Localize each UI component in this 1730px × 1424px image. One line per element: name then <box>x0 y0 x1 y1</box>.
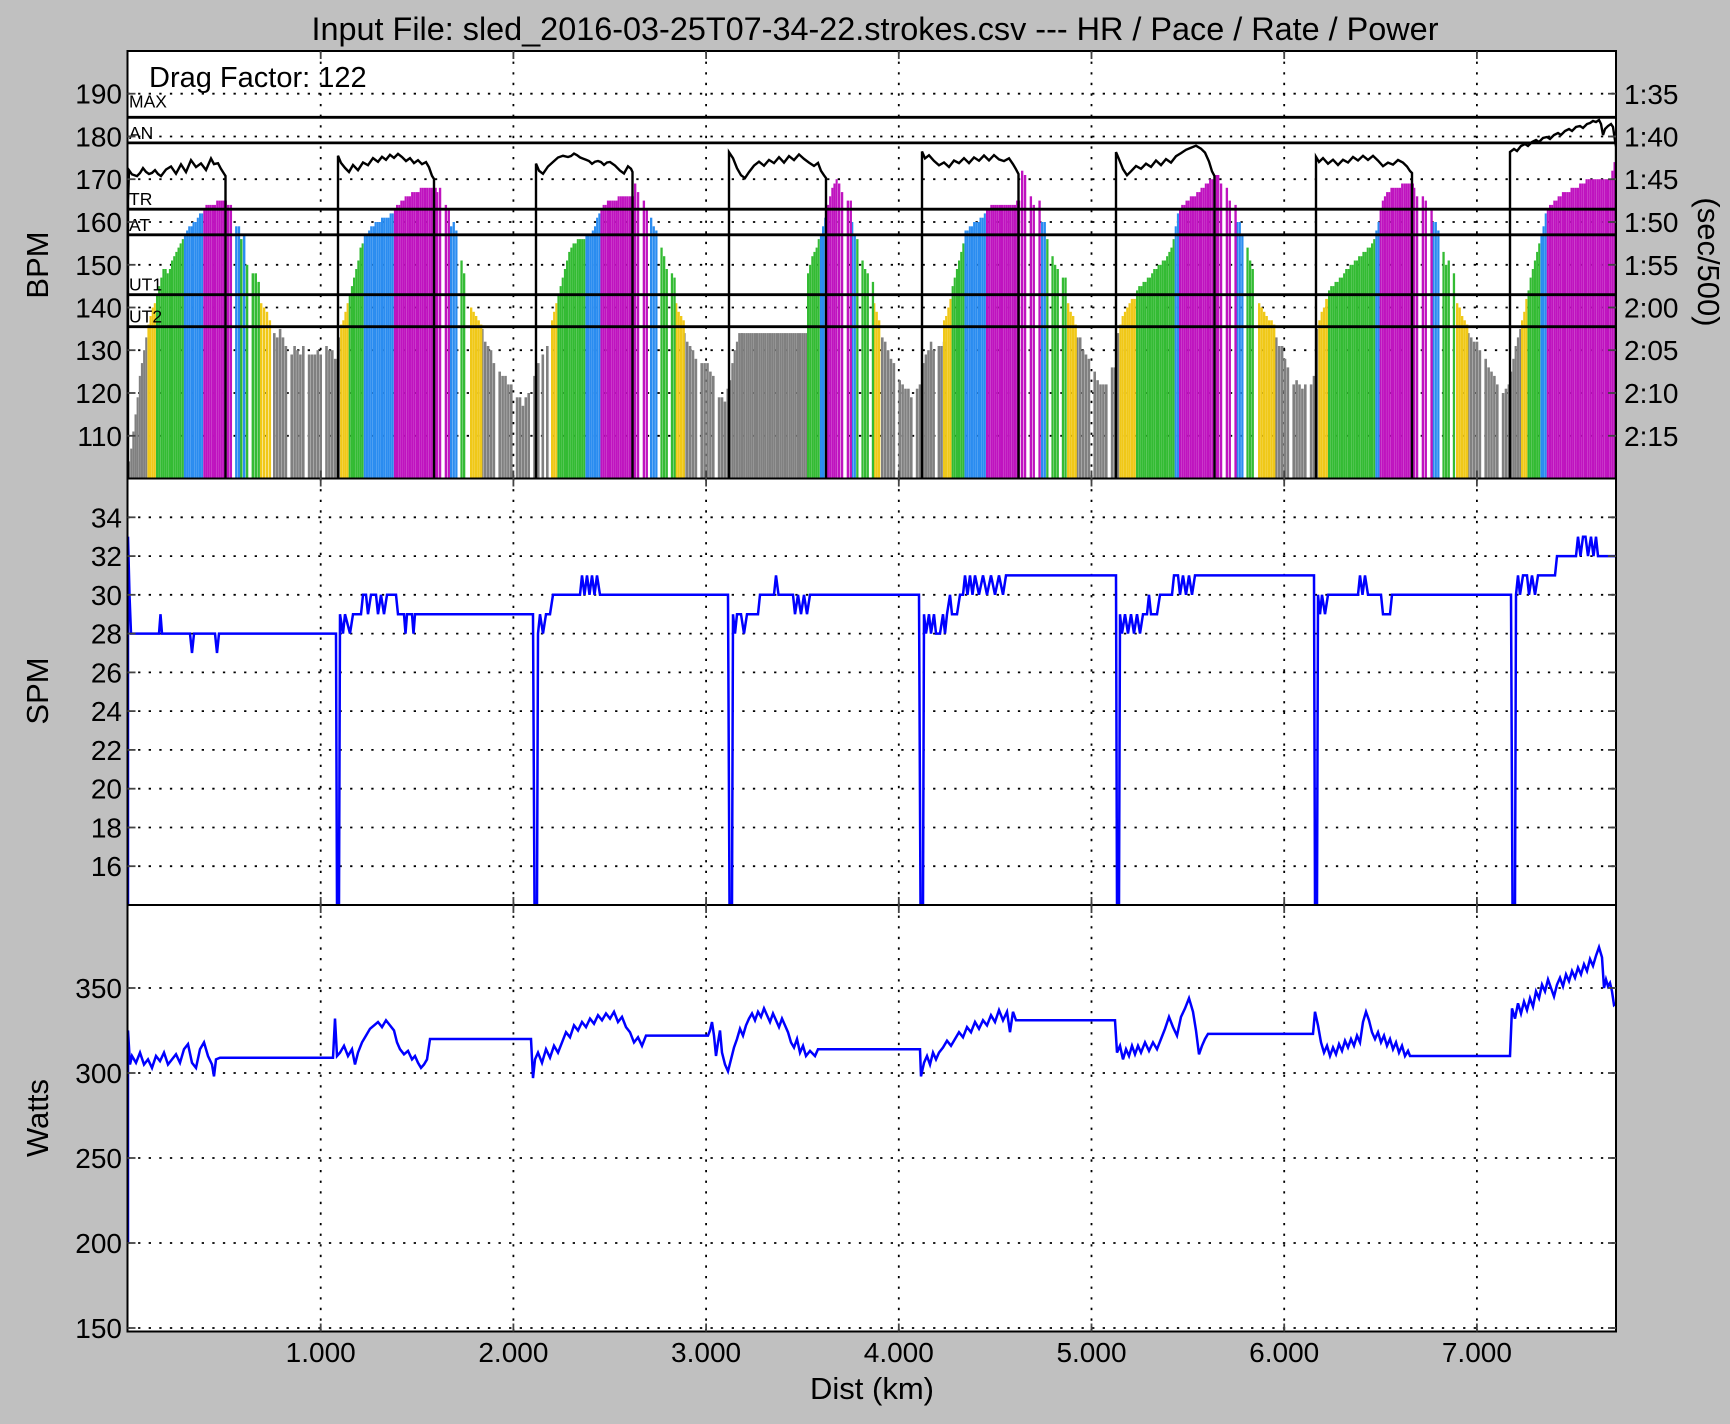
svg-text:110: 110 <box>77 421 122 452</box>
svg-text:150: 150 <box>75 250 122 281</box>
svg-text:2:15: 2:15 <box>1624 421 1679 452</box>
svg-text:2:10: 2:10 <box>1624 378 1679 409</box>
svg-text:26: 26 <box>91 657 122 688</box>
svg-text:1:35: 1:35 <box>1624 79 1679 110</box>
svg-text:Drag Factor: 122: Drag Factor: 122 <box>149 62 367 94</box>
svg-text:2.000: 2.000 <box>478 1337 548 1368</box>
svg-text:1:45: 1:45 <box>1624 164 1679 195</box>
svg-text:UT2: UT2 <box>129 307 162 327</box>
svg-text:32: 32 <box>91 541 122 572</box>
svg-text:120: 120 <box>75 378 122 409</box>
svg-text:190: 190 <box>75 79 122 110</box>
svg-text:2:05: 2:05 <box>1624 335 1679 366</box>
svg-text:130: 130 <box>75 335 122 366</box>
svg-text:1.000: 1.000 <box>286 1337 356 1368</box>
svg-text:160: 160 <box>75 207 122 238</box>
svg-text:UT1: UT1 <box>129 275 162 295</box>
svg-text:TR: TR <box>129 189 152 209</box>
svg-text:Watts: Watts <box>20 1079 55 1157</box>
svg-text:1:40: 1:40 <box>1624 122 1679 153</box>
svg-text:6.000: 6.000 <box>1249 1337 1319 1368</box>
svg-text:7.000: 7.000 <box>1442 1337 1512 1368</box>
svg-text:AN: AN <box>129 123 153 143</box>
svg-text:(sec/500): (sec/500) <box>1691 197 1726 326</box>
svg-text:180: 180 <box>75 122 122 153</box>
svg-text:Dist (km): Dist (km) <box>810 1371 934 1406</box>
svg-text:20: 20 <box>91 774 122 805</box>
svg-text:24: 24 <box>91 696 122 727</box>
svg-text:1:55: 1:55 <box>1624 250 1679 281</box>
svg-text:170: 170 <box>75 164 122 195</box>
svg-text:22: 22 <box>91 735 122 766</box>
svg-text:Input File: sled_2016-03-25T0: Input File: sled_2016-03-25T07-34-22.str… <box>312 11 1439 47</box>
svg-text:SPM: SPM <box>20 657 55 724</box>
svg-text:AT: AT <box>129 215 150 235</box>
svg-text:5.000: 5.000 <box>1056 1337 1126 1368</box>
svg-text:350: 350 <box>75 973 122 1004</box>
svg-text:140: 140 <box>75 293 122 324</box>
svg-text:18: 18 <box>91 813 122 844</box>
svg-text:30: 30 <box>91 580 122 611</box>
svg-text:34: 34 <box>91 502 122 533</box>
svg-text:1:50: 1:50 <box>1624 207 1679 238</box>
svg-text:300: 300 <box>75 1058 122 1089</box>
svg-text:200: 200 <box>75 1228 122 1259</box>
svg-text:150: 150 <box>75 1313 122 1344</box>
svg-text:2:00: 2:00 <box>1624 293 1679 324</box>
svg-text:28: 28 <box>91 619 122 650</box>
svg-text:3.000: 3.000 <box>671 1337 741 1368</box>
svg-text:16: 16 <box>91 851 122 882</box>
svg-text:4.000: 4.000 <box>864 1337 934 1368</box>
svg-text:250: 250 <box>75 1143 122 1174</box>
svg-text:BPM: BPM <box>20 231 55 298</box>
